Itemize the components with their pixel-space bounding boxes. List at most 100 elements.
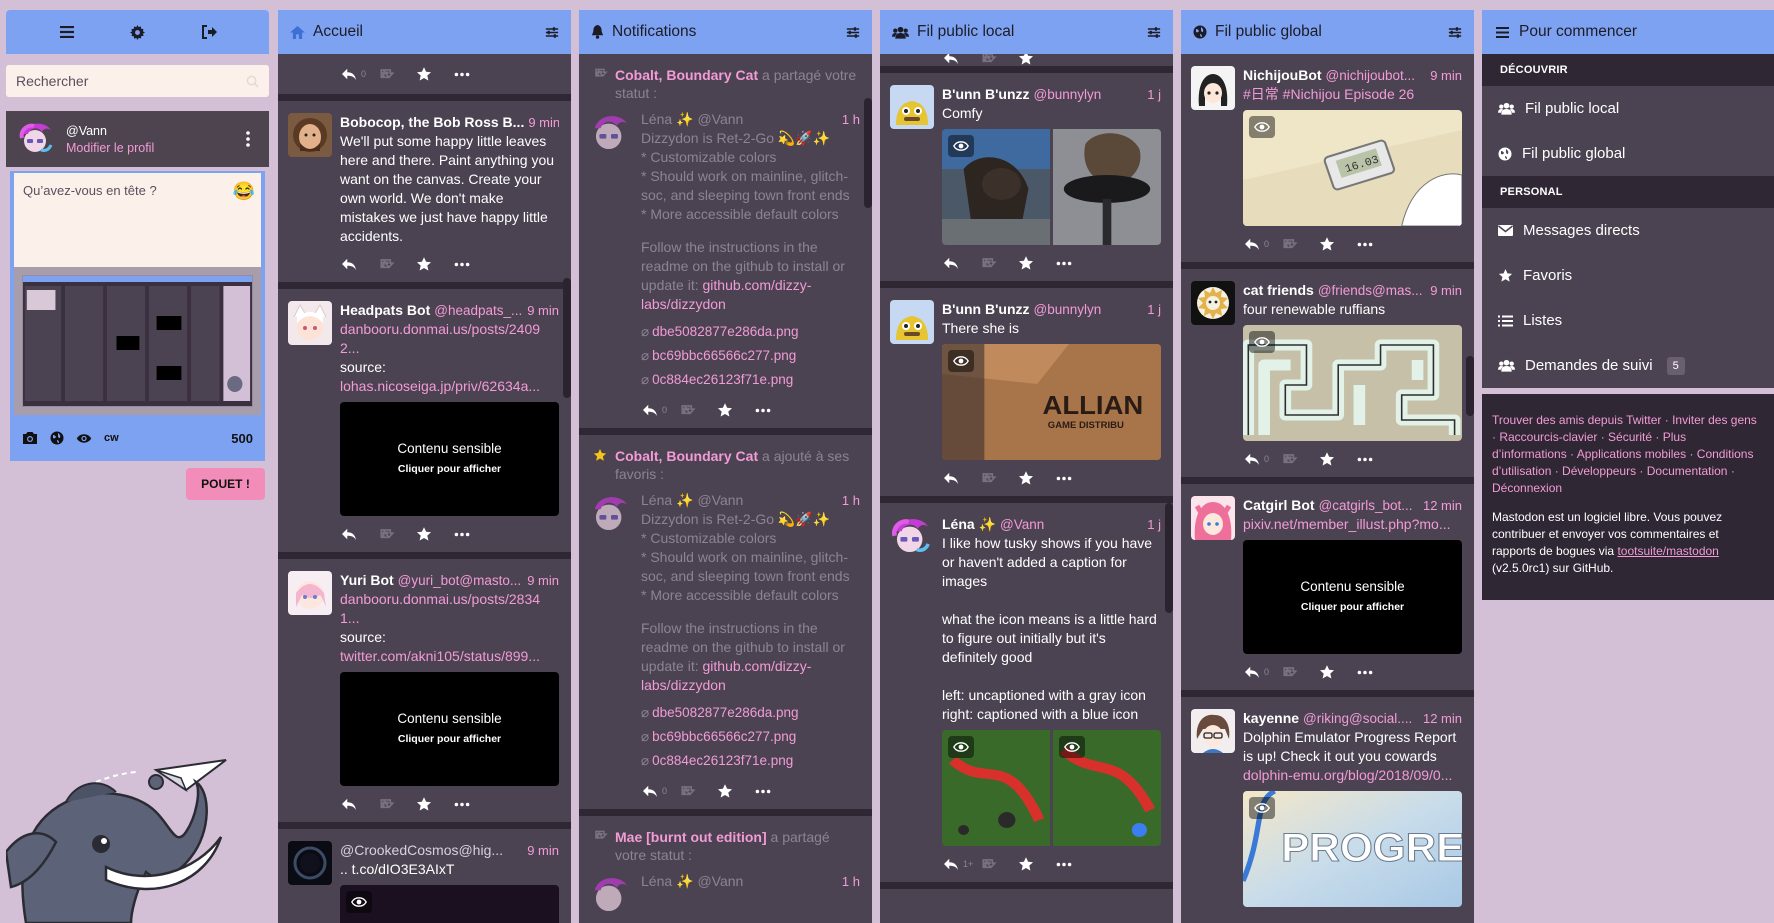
status[interactable]: kayenne @riking@social.... 12 min Dolphi… [1181, 697, 1474, 915]
reply-icon[interactable] [340, 527, 378, 541]
media-image[interactable] [1053, 129, 1161, 245]
status-link[interactable]: twitter.com/akni105/status/899... [340, 647, 559, 666]
sensitive-media[interactable]: Contenu sensible Cliquer pour afficher [340, 402, 559, 516]
global-column-header[interactable]: Fil public global [1181, 10, 1474, 54]
more-icon[interactable] [1056, 261, 1094, 266]
timestamp[interactable]: 1 j [1147, 515, 1161, 534]
status-link[interactable]: dolphin-emu.org/blog/2018/09/0... [1243, 767, 1452, 783]
status[interactable]: cat friends @friends@mas... 9 min four r… [1181, 269, 1474, 477]
actor-name[interactable]: Cobalt, Boundary Cat [615, 67, 758, 83]
avatar[interactable] [288, 113, 332, 157]
home-column-header[interactable]: Accueil [278, 10, 571, 54]
reply-icon[interactable] [942, 471, 980, 485]
star-icon[interactable] [1319, 451, 1357, 467]
eye-icon[interactable] [1249, 116, 1275, 138]
display-name[interactable]: Léna ✨ [641, 491, 693, 510]
more-icon[interactable] [1357, 242, 1395, 247]
boost-icon[interactable] [1281, 452, 1319, 466]
timestamp[interactable]: 12 min [1423, 496, 1462, 515]
boost-icon[interactable] [1281, 665, 1319, 679]
star-icon[interactable] [717, 783, 755, 799]
username[interactable]: @riking@social.... [1303, 709, 1419, 728]
globe-icon[interactable] [50, 431, 64, 445]
status[interactable]: Léna ✨ @Vann 1 h [579, 868, 872, 912]
compose-textarea[interactable]: Qu’avez-vous en tête ? 😂 [14, 173, 261, 267]
actor-name[interactable]: Cobalt, Boundary Cat [615, 448, 758, 464]
status-link[interactable]: danbooru.donmai.us/posts/24092... [340, 320, 559, 358]
username[interactable]: @Vann [697, 110, 743, 129]
status[interactable]: Léna ✨ @Vann 1 h Dizzydon is Ret-2-Go 💫🚀… [579, 106, 872, 428]
link-logout[interactable]: Déconnexion [1492, 481, 1562, 495]
avatar[interactable] [1191, 66, 1235, 110]
link-developers[interactable]: Développeurs [1562, 464, 1636, 478]
edit-profile-link[interactable]: Modifier le profil [66, 141, 239, 155]
eye-icon[interactable] [948, 350, 974, 372]
sliders-icon[interactable] [545, 26, 559, 39]
more-icon[interactable] [454, 72, 492, 77]
status[interactable]: B'unn B'unzz @bunnylyn 1 j There she is … [880, 288, 1173, 496]
avatar[interactable] [890, 85, 934, 129]
notification[interactable]: Mae [burnt out edition] a partagé votre … [579, 816, 872, 912]
link-apps[interactable]: Applications mobiles [1577, 447, 1686, 461]
display-name[interactable]: Headpats Bot [340, 301, 430, 320]
star-icon[interactable] [416, 796, 454, 812]
boost-icon[interactable] [980, 256, 1018, 270]
content-warning-toggle[interactable]: cw [104, 432, 119, 444]
media-image[interactable]: ALLIAN GAME DISTRIBU [942, 344, 1161, 460]
status-link[interactable]: lohas.nicoseiga.jp/priv/62634a... [340, 377, 559, 396]
username[interactable]: @bunnylyn [1034, 300, 1144, 319]
attachment-link[interactable]: ⌀ bc69bbc66566c277.png [641, 725, 860, 749]
camera-icon[interactable] [22, 431, 38, 445]
sliders-icon[interactable] [1147, 26, 1161, 39]
status-link[interactable]: danbooru.donmai.us/posts/28341... [340, 590, 559, 628]
link-find-twitter-friends[interactable]: Trouver des amis depuis Twitter [1492, 413, 1661, 427]
display-name[interactable]: Yuri Bot [340, 571, 394, 590]
menu-icon[interactable] [47, 17, 87, 47]
boost-icon[interactable] [980, 857, 1018, 871]
display-name[interactable]: B'unn B'unzz [942, 300, 1030, 319]
reply-icon[interactable] [340, 797, 378, 811]
media-image[interactable] [1243, 325, 1462, 441]
timestamp[interactable]: 1 h [842, 872, 860, 891]
media-image[interactable] [942, 730, 1050, 846]
attachment-link[interactable]: ⌀ 0c884ec26123f71e.png [641, 749, 860, 773]
boost-icon[interactable] [378, 67, 416, 81]
status-hashtags[interactable]: #日常 #Nichijou Episode 26 [1243, 85, 1462, 104]
media-attachment-preview[interactable] [14, 267, 261, 415]
reply-icon[interactable]: 0 [340, 65, 378, 84]
display-name[interactable]: Catgirl Bot [1243, 496, 1315, 515]
source-code-link[interactable]: tootsuite/mastodon [1617, 544, 1718, 558]
nav-local-timeline[interactable]: Fil public local [1482, 86, 1774, 131]
more-icon[interactable] [755, 408, 793, 413]
media-image[interactable]: 16.03 [1243, 110, 1462, 226]
notifications-column-header[interactable]: Notifications [579, 10, 872, 54]
boost-icon[interactable] [679, 403, 717, 417]
timestamp[interactable]: 1 h [842, 491, 860, 510]
nav-global-timeline[interactable]: Fil public global [1482, 131, 1774, 176]
status[interactable]: Léna ✨ @Vann 1 h Dizzydon is Ret-2-Go 💫🚀… [579, 487, 872, 809]
eye-icon[interactable] [76, 433, 92, 444]
scrollbar[interactable] [1165, 98, 1173, 923]
link-documentation[interactable]: Documentation [1647, 464, 1728, 478]
more-icon[interactable] [1056, 476, 1094, 481]
reply-icon[interactable]: 1+ [942, 855, 980, 874]
timestamp[interactable]: 9 min [528, 113, 559, 132]
attachment-link[interactable]: ⌀ bc69bbc66566c277.png [641, 344, 860, 368]
boost-icon[interactable] [679, 784, 717, 798]
reply-icon[interactable] [942, 54, 980, 65]
avatar[interactable] [890, 300, 934, 344]
nav-favourites[interactable]: Favoris [1482, 253, 1774, 298]
notification[interactable]: Cobalt, Boundary Cat a ajouté à ses favo… [579, 435, 872, 809]
star-icon[interactable] [416, 526, 454, 542]
more-icon[interactable] [454, 802, 492, 807]
nav-direct-messages[interactable]: Messages directs [1482, 208, 1774, 253]
sliders-icon[interactable] [1448, 26, 1462, 39]
boost-icon[interactable] [378, 527, 416, 541]
avatar[interactable] [890, 515, 934, 559]
status[interactable]: Catgirl Bot @catgirls_bot... 12 min pixi… [1181, 484, 1474, 690]
boost-icon[interactable] [980, 471, 1018, 485]
status-link[interactable]: pixiv.net/member_illust.php?mo... [1243, 515, 1462, 534]
local-column-header[interactable]: Fil public local [880, 10, 1173, 54]
nav-lists[interactable]: Listes [1482, 298, 1774, 343]
display-name[interactable]: kayenne [1243, 709, 1299, 728]
